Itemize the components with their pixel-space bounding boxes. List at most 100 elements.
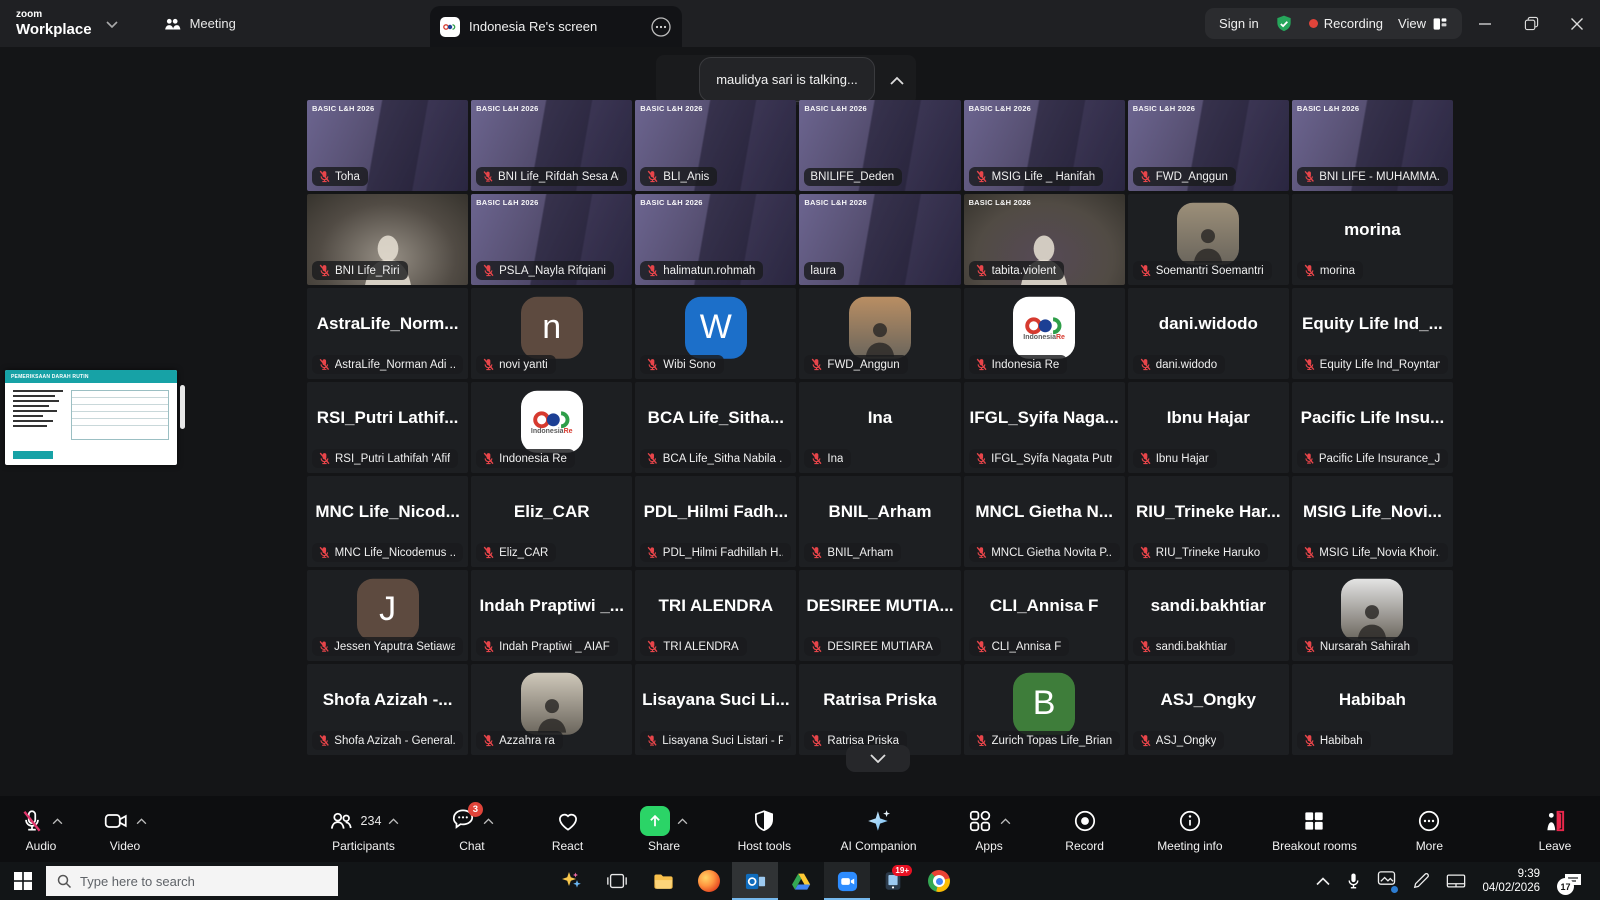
- participant-tile[interactable]: BASIC L&H 2026 MSIG Life _ Hanifah: [964, 100, 1125, 191]
- share-button[interactable]: Share: [640, 805, 688, 853]
- tab-meeting[interactable]: Meeting: [162, 14, 236, 34]
- file-explorer-icon[interactable]: [640, 862, 686, 900]
- tray-touchpad-icon[interactable]: [1446, 873, 1466, 889]
- tray-mic-icon[interactable]: [1346, 872, 1361, 890]
- participant-tile[interactable]: Equity Life Ind_... Equity Life Ind_Royn…: [1292, 288, 1453, 379]
- participant-tile[interactable]: B Zurich Topas Life_Brian: [964, 664, 1125, 755]
- participant-tile[interactable]: RSI_Putri Lathif... RSI_Putri Lathifah '…: [307, 382, 468, 473]
- firefox-icon[interactable]: [686, 862, 732, 900]
- chrome-icon[interactable]: [916, 862, 962, 900]
- participant-tile[interactable]: BASIC L&H 2026 halimatun.rohmah: [635, 194, 796, 285]
- minimize-button[interactable]: [1462, 0, 1508, 47]
- chat-button[interactable]: 3 Chat: [449, 805, 495, 853]
- participants-options-chevron[interactable]: [388, 818, 399, 825]
- taskbar-search-input[interactable]: Type here to search: [46, 866, 338, 896]
- video-button[interactable]: Video: [102, 805, 148, 853]
- google-drive-icon[interactable]: [778, 862, 824, 900]
- participant-tile[interactable]: BASIC L&H 2026 FWD_Anggun: [1128, 100, 1289, 191]
- participant-tile[interactable]: sandi.bakhtiar sandi.bakhtiar: [1128, 570, 1289, 661]
- participant-tile[interactable]: Pacific Life Insu... Pacific Life Insura…: [1292, 382, 1453, 473]
- tray-chevron-up-icon[interactable]: [1316, 877, 1330, 886]
- participant-tile[interactable]: FWD_Anggun: [799, 288, 960, 379]
- participant-tile[interactable]: Soemantri Soemantri: [1128, 194, 1289, 285]
- notifications-button[interactable]: 17: [1556, 862, 1590, 900]
- audio-options-chevron[interactable]: [52, 818, 63, 825]
- participant-tile[interactable]: Azzahra ra: [471, 664, 632, 755]
- participant-tile[interactable]: MNC Life_Nicod... MNC Life_Nicodemus ...: [307, 476, 468, 567]
- breakout-rooms-button[interactable]: Breakout rooms: [1272, 805, 1357, 853]
- participant-tile[interactable]: morina morina: [1292, 194, 1453, 285]
- zoom-app-icon[interactable]: [824, 862, 870, 900]
- participant-tile[interactable]: Indah Praptiwi _... Indah Praptiwi _ AIA…: [471, 570, 632, 661]
- participant-tile[interactable]: Ratrisa Priska Ratrisa Priska: [799, 664, 960, 755]
- apps-button[interactable]: Apps: [966, 805, 1012, 853]
- participant-tile[interactable]: DESIREE MUTIA... DESIREE MUTIARA: [799, 570, 960, 661]
- restore-button[interactable]: [1508, 0, 1554, 47]
- participant-tile[interactable]: BASIC L&H 2026 Toha: [307, 100, 468, 191]
- apps-options-chevron[interactable]: [1000, 818, 1011, 825]
- meeting-info-button[interactable]: Meeting info: [1157, 805, 1222, 853]
- participant-tile[interactable]: Ibnu Hajar Ibnu Hajar: [1128, 382, 1289, 473]
- more-button[interactable]: More: [1406, 805, 1452, 853]
- gallery-collapse-button[interactable]: [846, 745, 910, 772]
- view-button[interactable]: View: [1398, 16, 1448, 32]
- react-button[interactable]: React: [545, 805, 591, 853]
- taskbar-clock[interactable]: 9:39 04/02/2026: [1482, 867, 1540, 896]
- participant-tile[interactable]: W Wibi Sono: [635, 288, 796, 379]
- tray-pen-icon[interactable]: [1412, 872, 1430, 890]
- participant-tile[interactable]: BNI Life_Riri: [307, 194, 468, 285]
- ai-companion-button[interactable]: AI Companion: [841, 805, 917, 853]
- start-button[interactable]: [0, 862, 46, 900]
- shared-screen-thumbnail[interactable]: PEMERIKSAAN DARAH RUTIN: [5, 370, 177, 465]
- record-button[interactable]: Record: [1062, 805, 1108, 853]
- participant-tile[interactable]: MSIG Life_Novi... MSIG Life_Novia Khoir.…: [1292, 476, 1453, 567]
- participant-tile[interactable]: J Jessen Yaputra Setiawan: [307, 570, 468, 661]
- participant-tile[interactable]: Eliz_CAR Eliz_CAR: [471, 476, 632, 567]
- thumbnail-scrollbar[interactable]: [180, 385, 185, 429]
- participant-tile[interactable]: n novi yanti: [471, 288, 632, 379]
- video-options-chevron[interactable]: [136, 818, 147, 825]
- leave-button[interactable]: Leave: [1532, 805, 1578, 853]
- chat-options-chevron[interactable]: [483, 818, 494, 825]
- participant-tile[interactable]: Lisayana Suci Li... Lisayana Suci Listar…: [635, 664, 796, 755]
- sign-in-button[interactable]: Sign in: [1219, 16, 1259, 31]
- chevron-down-icon[interactable]: [106, 20, 118, 28]
- participant-tile[interactable]: IndonesiaRe Indonesia Re: [964, 288, 1125, 379]
- participant-tile[interactable]: BNIL_Arham BNIL_Arham: [799, 476, 960, 567]
- participant-tile[interactable]: MNCL Gietha N... MNCL Gietha Novita P...: [964, 476, 1125, 567]
- participant-tile[interactable]: Shofa Azizah -... Shofa Azizah - General…: [307, 664, 468, 755]
- participant-tile[interactable]: BASIC L&H 2026 PSLA_Nayla Rifqiani: [471, 194, 632, 285]
- participant-tile[interactable]: dani.widodo dani.widodo: [1128, 288, 1289, 379]
- close-button[interactable]: [1554, 0, 1600, 47]
- participant-tile[interactable]: Habibah Habibah: [1292, 664, 1453, 755]
- participant-tile[interactable]: BASIC L&H 2026 BNI Life_Rifdah Sesa Ar..…: [471, 100, 632, 191]
- participant-tile[interactable]: IFGL_Syifa Naga... IFGL_Syifa Nagata Put…: [964, 382, 1125, 473]
- toast-collapse-button[interactable]: [884, 67, 910, 93]
- participant-tile[interactable]: Nursarah Sahirah: [1292, 570, 1453, 661]
- tray-screenshot-icon[interactable]: [1377, 870, 1396, 892]
- security-shield-icon[interactable]: [1274, 14, 1294, 34]
- tab-more-icon[interactable]: [650, 16, 672, 38]
- audio-button[interactable]: Audio: [18, 805, 64, 853]
- participant-tile[interactable]: ASJ_Ongky ASJ_Ongky: [1128, 664, 1289, 755]
- outlook-icon[interactable]: [732, 862, 778, 900]
- task-view-icon[interactable]: [594, 862, 640, 900]
- participant-tile[interactable]: BASIC L&H 2026 tabita.violent: [964, 194, 1125, 285]
- participant-tile[interactable]: BASIC L&H 2026 BNI LIFE - MUHAMMA...: [1292, 100, 1453, 191]
- participant-tile[interactable]: Ina Ina: [799, 382, 960, 473]
- participant-tile[interactable]: CLI_Annisa F CLI_Annisa F: [964, 570, 1125, 661]
- participant-tile[interactable]: PDL_Hilmi Fadh... PDL_Hilmi Fadhillah H.…: [635, 476, 796, 567]
- participant-tile[interactable]: BASIC L&H 2026 BNILIFE_Deden: [799, 100, 960, 191]
- host-tools-button[interactable]: Host tools: [738, 805, 791, 853]
- phone-link-icon[interactable]: 19+: [870, 862, 916, 900]
- participants-button[interactable]: 234 Participants: [328, 805, 400, 853]
- participant-tile[interactable]: BASIC L&H 2026 laura: [799, 194, 960, 285]
- tab-shared-screen[interactable]: Indonesia Re's screen: [430, 6, 682, 47]
- participant-tile[interactable]: BCA Life_Sitha... BCA Life_Sitha Nabila …: [635, 382, 796, 473]
- copilot-sparkle-icon[interactable]: [548, 862, 594, 900]
- share-options-chevron[interactable]: [677, 818, 688, 825]
- participant-tile[interactable]: TRI ALENDRA TRI ALENDRA: [635, 570, 796, 661]
- participant-tile[interactable]: AstraLife_Norm... AstraLife_Norman Adi .…: [307, 288, 468, 379]
- recording-indicator[interactable]: Recording: [1309, 16, 1383, 31]
- participant-tile[interactable]: IndonesiaRe Indonesia Re: [471, 382, 632, 473]
